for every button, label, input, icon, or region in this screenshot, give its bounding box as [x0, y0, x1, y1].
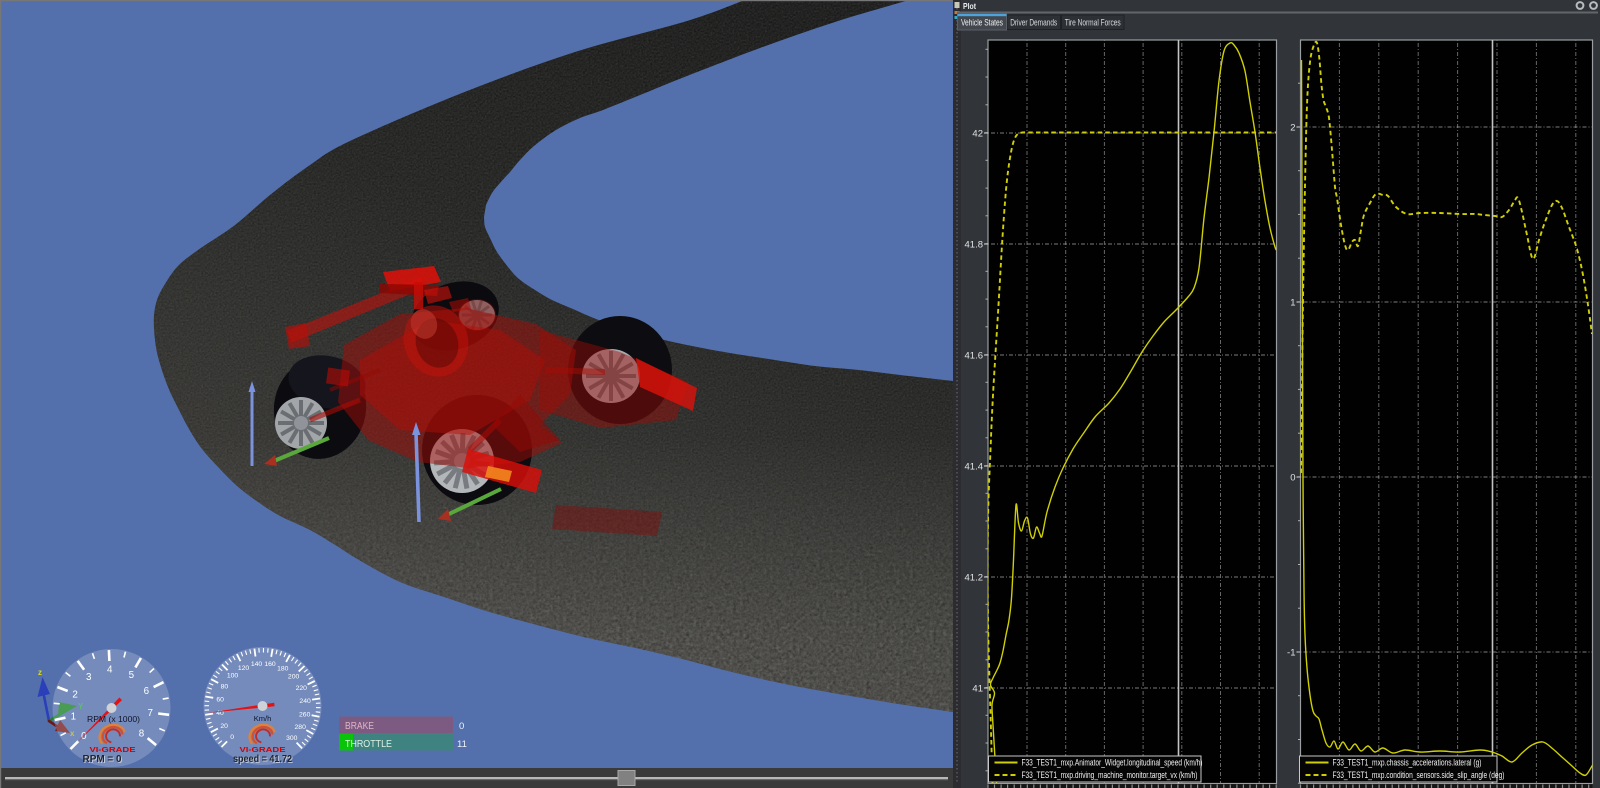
svg-text:4: 4 [107, 665, 113, 676]
svg-text:F33_TEST1_mxp.chassis_accelera: F33_TEST1_mxp.chassis_accelerations.late… [1333, 758, 1482, 768]
svg-text:41.2: 41.2 [965, 572, 984, 583]
svg-text:3: 3 [86, 672, 92, 683]
svg-text:200: 200 [288, 674, 300, 681]
svg-text:100: 100 [227, 673, 239, 680]
svg-text:F33_TEST1_mxp.driving_machine_: F33_TEST1_mxp.driving_machine_monitor.ta… [1022, 770, 1198, 780]
svg-text:20: 20 [220, 723, 228, 730]
svg-text:6: 6 [144, 686, 150, 697]
svg-text:240: 240 [299, 698, 311, 705]
svg-text:1: 1 [71, 712, 76, 723]
svg-text:Tire Normal Forces: Tire Normal Forces [1065, 18, 1121, 29]
svg-text:80: 80 [221, 684, 229, 691]
svg-text:180: 180 [277, 666, 289, 673]
svg-text:5: 5 [129, 670, 135, 681]
svg-text:BRAKE: BRAKE [345, 720, 374, 732]
svg-text:60: 60 [216, 696, 224, 703]
svg-text:-1: -1 [1287, 647, 1295, 658]
svg-text:0: 0 [230, 734, 234, 741]
svg-text:0: 0 [81, 731, 87, 742]
svg-text:Plot: Plot [963, 1, 976, 11]
svg-text:41.8: 41.8 [965, 239, 984, 250]
svg-text:Km/h: Km/h [254, 714, 272, 723]
svg-text:11: 11 [457, 739, 467, 750]
svg-text:41.4: 41.4 [965, 461, 984, 472]
svg-text:41.6: 41.6 [965, 350, 984, 361]
svg-text:1: 1 [1290, 297, 1295, 308]
svg-text:RPM = 0: RPM = 0 [83, 753, 122, 765]
svg-text:THROTTLE: THROTTLE [345, 738, 392, 750]
svg-text:42: 42 [972, 128, 983, 139]
svg-text:260: 260 [299, 711, 311, 718]
svg-text:F33_TEST1_mxp.Animator_Widget.: F33_TEST1_mxp.Animator_Widget.longitudin… [1022, 758, 1203, 768]
svg-text:Vehicle States: Vehicle States [961, 18, 1003, 29]
svg-text:Driver Demands: Driver Demands [1010, 18, 1057, 29]
svg-text:220: 220 [296, 685, 308, 692]
svg-text:8: 8 [139, 728, 145, 739]
svg-text:speed = 41.72: speed = 41.72 [233, 753, 292, 765]
svg-text:0: 0 [459, 721, 464, 732]
svg-text:7: 7 [147, 708, 152, 719]
svg-text:160: 160 [264, 661, 276, 668]
svg-text:0: 0 [1290, 472, 1295, 483]
svg-text:140: 140 [251, 661, 263, 668]
svg-text:2: 2 [72, 689, 77, 700]
svg-text:300: 300 [286, 735, 298, 742]
svg-text:RPM (x 1000): RPM (x 1000) [87, 714, 140, 724]
svg-text:280: 280 [295, 724, 307, 731]
svg-text:F33_TEST1_mxp.condition_sensor: F33_TEST1_mxp.condition_sensors.side_sli… [1333, 770, 1505, 780]
svg-text:120: 120 [238, 665, 250, 672]
svg-text:z: z [38, 668, 42, 677]
svg-text:2: 2 [1290, 122, 1295, 133]
svg-text:41: 41 [972, 683, 983, 694]
